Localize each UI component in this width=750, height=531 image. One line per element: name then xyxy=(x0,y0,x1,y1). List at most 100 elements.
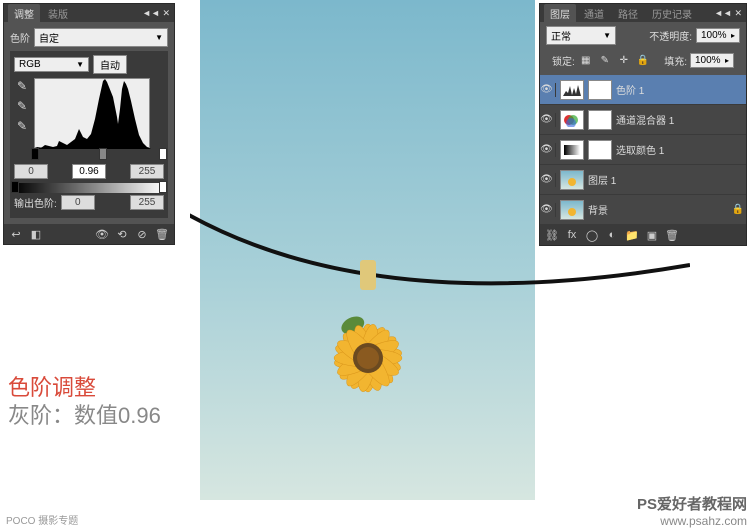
adjustments-footer: ↩ ◧ 👁 ⟲ ⊘ 🗑 xyxy=(4,224,174,244)
layer-row[interactable]: 👁 图层 1 xyxy=(540,165,746,195)
output-black-slider[interactable] xyxy=(11,181,19,193)
prev-icon[interactable]: ⟲ xyxy=(114,226,130,242)
channel-select[interactable]: RGB ▼ xyxy=(14,57,89,72)
watermark-right: PS爱好者教程网 www.psahz.com xyxy=(637,493,747,528)
layers-header: 图层 通道 路径 历史记录 ◄◄ ✕ xyxy=(540,4,746,22)
link-icon[interactable]: ⛓ xyxy=(544,227,560,243)
opacity-label: 不透明度: xyxy=(649,28,692,43)
chevron-right-icon: ▸ xyxy=(725,56,729,65)
output-black-input[interactable] xyxy=(61,195,95,210)
layer-name: 通道混合器 1 xyxy=(616,112,744,127)
layer-thumb xyxy=(560,170,584,190)
clothespin xyxy=(360,260,376,290)
mask-thumb[interactable] xyxy=(588,80,612,100)
layer-row[interactable]: 👁 背景 🔒 xyxy=(540,195,746,225)
layer-name: 选取颜色 1 xyxy=(616,142,744,157)
delete-icon[interactable]: 🗑 xyxy=(154,226,170,242)
collapse-icon[interactable]: ◄◄ ✕ xyxy=(714,8,742,19)
mask-icon[interactable]: ◯ xyxy=(584,227,600,243)
tab-paths[interactable]: 路径 xyxy=(612,4,644,23)
tab-masks[interactable]: 装版 xyxy=(42,4,74,23)
visibility-toggle[interactable]: 👁 xyxy=(542,143,556,157)
lock-transparency-icon[interactable]: ▦ xyxy=(578,52,594,68)
white-point-slider[interactable] xyxy=(159,148,167,160)
chevron-down-icon: ▼ xyxy=(155,33,163,42)
new-layer-icon[interactable]: ▣ xyxy=(644,227,660,243)
output-white-slider[interactable] xyxy=(159,181,167,193)
group-icon[interactable]: 📁 xyxy=(624,227,640,243)
eyedropper-white-icon[interactable]: ✎ xyxy=(14,118,30,134)
layer-thumb xyxy=(560,200,584,220)
tab-layers[interactable]: 图层 xyxy=(544,4,576,23)
visibility-toggle[interactable]: 👁 xyxy=(542,83,556,97)
eyedropper-gray-icon[interactable]: ✎ xyxy=(14,98,30,114)
watermark-title: PS爱好者教程网 xyxy=(637,493,747,514)
tab-adjustments[interactable]: 调整 xyxy=(8,4,40,23)
visibility-toggle[interactable]: 👁 xyxy=(542,173,556,187)
opacity-value: 100% xyxy=(701,30,727,41)
levels-label: 色阶 xyxy=(10,30,30,45)
output-white-input[interactable] xyxy=(130,195,164,210)
eyedropper-black-icon[interactable]: ✎ xyxy=(14,78,30,94)
adjustment-thumb xyxy=(560,80,584,100)
layer-list: 👁 色阶 1 👁 通道混合器 1 👁 选取颜色 1 👁 xyxy=(540,75,746,225)
adjustments-header: 调整 装版 ◄◄ ✕ xyxy=(4,4,174,22)
adjustment-icon[interactable]: ◐ xyxy=(604,227,620,243)
opacity-input[interactable]: 100% ▸ xyxy=(696,28,740,43)
layers-footer: ⛓ fx ◯ ◐ 📁 ▣ 🗑 xyxy=(540,225,746,245)
black-input[interactable] xyxy=(14,164,48,179)
mask-thumb[interactable] xyxy=(588,110,612,130)
chevron-down-icon: ▼ xyxy=(603,31,611,40)
gray-input[interactable] xyxy=(72,164,106,179)
layer-name: 图层 1 xyxy=(588,172,744,187)
layer-row[interactable]: 👁 通道混合器 1 xyxy=(540,105,746,135)
chevron-down-icon: ▼ xyxy=(76,60,84,69)
return-icon[interactable]: ↩ xyxy=(8,226,24,242)
mask-thumb[interactable] xyxy=(588,140,612,160)
layer-row[interactable]: 👁 选取颜色 1 xyxy=(540,135,746,165)
blend-mode-value: 正常 xyxy=(551,28,571,43)
visibility-toggle[interactable]: 👁 xyxy=(542,203,556,217)
flower-graphic xyxy=(293,260,443,436)
auto-button[interactable]: 自动 xyxy=(93,55,127,74)
fx-icon[interactable]: fx xyxy=(564,227,580,243)
delete-layer-icon[interactable]: 🗑 xyxy=(664,227,680,243)
layer-name: 背景 xyxy=(588,202,728,217)
visibility-icon[interactable]: 👁 xyxy=(94,226,110,242)
output-label: 输出色阶: xyxy=(14,195,57,210)
lock-position-icon[interactable]: ✛ xyxy=(616,52,632,68)
chevron-right-icon: ▸ xyxy=(731,31,735,40)
gray-point-slider[interactable] xyxy=(99,148,107,160)
watermark-url: www.psahz.com xyxy=(637,514,747,528)
layer-name: 色阶 1 xyxy=(616,82,744,97)
histogram-chart xyxy=(34,78,150,148)
visibility-toggle[interactable]: 👁 xyxy=(542,113,556,127)
lock-label: 锁定: xyxy=(552,53,575,68)
annotation-line1: 色阶调整 xyxy=(8,374,161,403)
fill-value: 100% xyxy=(695,55,721,66)
preset-value: 自定 xyxy=(39,30,59,45)
annotation-text: 色阶调整 灰阶：数值0.96 xyxy=(8,374,161,431)
fill-label: 填充: xyxy=(664,53,687,68)
lock-icon: 🔒 xyxy=(732,204,744,215)
lock-pixels-icon[interactable]: ✎ xyxy=(597,52,613,68)
watermark-left: POCO 摄影专题 xyxy=(3,511,81,528)
lock-all-icon[interactable]: 🔒 xyxy=(635,52,651,68)
tab-history[interactable]: 历史记录 xyxy=(646,4,698,23)
output-gradient xyxy=(14,183,164,193)
layers-panel: 图层 通道 路径 历史记录 ◄◄ ✕ 正常 ▼ 不透明度: 100% ▸ 锁定:… xyxy=(539,3,747,246)
blend-mode-select[interactable]: 正常 ▼ xyxy=(546,26,616,45)
black-point-slider[interactable] xyxy=(31,148,39,160)
reset-icon[interactable]: ⊘ xyxy=(134,226,150,242)
fill-input[interactable]: 100% ▸ xyxy=(690,53,734,68)
white-input[interactable] xyxy=(130,164,164,179)
collapse-icon[interactable]: ◄◄ ✕ xyxy=(142,8,170,19)
adjustments-panel: 调整 装版 ◄◄ ✕ 色阶 自定 ▼ RGB ▼ 自动 ✎ ✎ xyxy=(3,3,175,245)
adjustment-thumb xyxy=(560,140,584,160)
layer-row[interactable]: 👁 色阶 1 xyxy=(540,75,746,105)
channel-value: RGB xyxy=(19,59,41,70)
tab-channels[interactable]: 通道 xyxy=(578,4,610,23)
preset-select[interactable]: 自定 ▼ xyxy=(34,28,168,47)
canvas-area xyxy=(200,0,535,500)
clip-icon[interactable]: ◧ xyxy=(28,226,44,242)
